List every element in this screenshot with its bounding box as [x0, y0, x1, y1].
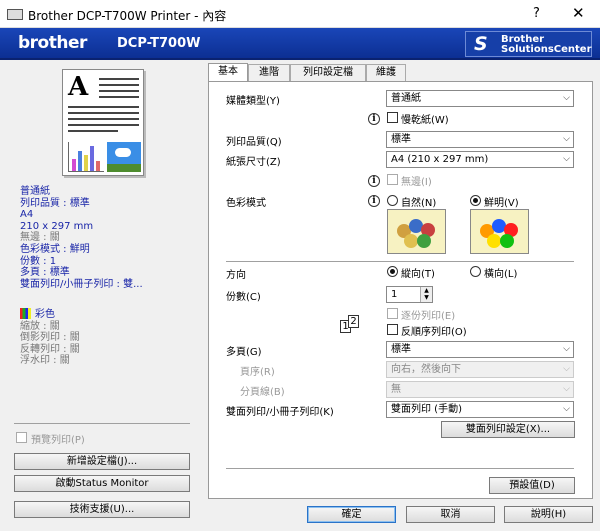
solutions-center-button[interactable]: S Brother SolutionsCenter — [465, 31, 592, 57]
tab-advanced[interactable]: 進階 — [248, 64, 290, 81]
chevron-down-icon: ⌵ — [563, 134, 570, 144]
portrait-radio[interactable] — [387, 266, 398, 277]
left-panel: A 普通紙 列印品質 : 標準 A4 210 x 297 mm 無邊 : 關 色… — [0, 62, 202, 531]
summary-line: 列印品質 : 標準 — [20, 197, 90, 209]
tab-basic[interactable]: 基本 — [208, 63, 248, 82]
paper-size-select[interactable]: A4 (210 x 297 mm) ⌵ — [386, 151, 574, 168]
color-line: 反轉列印 : 關 — [20, 343, 80, 355]
color-vivid-radio[interactable] — [470, 195, 481, 206]
slow-dry-label: 慢乾紙(W) — [401, 115, 449, 126]
color-chip-icon — [20, 308, 31, 319]
tab-maintenance[interactable]: 維護 — [366, 64, 406, 81]
page-preview-thumbnail: A — [62, 69, 144, 176]
summary-line: 210 x 297 mm — [20, 220, 94, 232]
duplex-select[interactable]: 雙面列印 (手動) ⌵ — [386, 401, 574, 418]
summary-line: 普通紙 — [20, 186, 50, 197]
brother-logo: brother — [18, 33, 87, 53]
landscape-label: 橫向(L) — [484, 269, 518, 280]
section-divider — [226, 261, 574, 262]
color-header: 彩色 — [35, 309, 55, 320]
paper-size-label: 紙張尺寸(Z) — [226, 157, 281, 168]
color-line: 倒影列印 : 關 — [20, 332, 80, 344]
copies-stepper[interactable]: 1 ▲ ▼ — [386, 286, 433, 303]
portrait-label: 縱向(T) — [401, 269, 435, 280]
info-icon: i — [368, 195, 380, 207]
borderless-checkbox[interactable] — [387, 174, 398, 185]
stepper-down-icon[interactable]: ▼ — [420, 294, 432, 302]
border-line-label: 分頁線(B) — [240, 387, 285, 398]
default-button[interactable]: 預設值(D) — [489, 477, 575, 494]
media-type-label: 媒體類型(Y) — [226, 96, 280, 107]
borderless-label: 無邊(I) — [401, 177, 432, 188]
slow-dry-checkbox[interactable] — [387, 112, 398, 123]
settings-summary: 普通紙 列印品質 : 標準 A4 210 x 297 mm 無邊 : 關 色彩模… — [20, 186, 200, 290]
info-icon: i — [368, 113, 380, 125]
brother-banner: brother DCP-T700W S Brother SolutionsCen… — [0, 28, 600, 60]
preview-letter-icon: A — [68, 72, 89, 102]
help-button[interactable]: ? — [533, 6, 540, 21]
color-line: 浮水印 : 關 — [20, 355, 70, 367]
preview-photo-icon — [107, 142, 141, 172]
chevron-down-icon: ⌵ — [563, 364, 570, 374]
solutions-s-icon: S — [474, 33, 488, 55]
info-icon: i — [368, 175, 380, 187]
preview-chart-icon — [68, 142, 104, 172]
media-type-select[interactable]: 普通紙 ⌵ — [386, 90, 574, 107]
print-quality-select[interactable]: 標準 ⌵ — [386, 131, 574, 148]
reverse-order-checkbox[interactable] — [387, 324, 398, 335]
add-profile-button[interactable]: 新增設定檔(J)... — [14, 453, 190, 470]
tab-print-profiles[interactable]: 列印設定檔 — [290, 64, 366, 81]
printer-icon — [7, 9, 23, 20]
chevron-down-icon: ⌵ — [563, 154, 570, 164]
status-monitor-button[interactable]: 啟動Status Monitor — [14, 475, 190, 492]
chevron-down-icon: ⌵ — [563, 404, 570, 414]
title-bar: Brother DCP-T700W Printer - 內容 ? ✕ — [0, 0, 600, 28]
printer-model: DCP-T700W — [117, 36, 201, 51]
copies-label: 份數(C) — [226, 292, 261, 303]
summary-line: 雙面列印/小冊子列印 : 雙... — [20, 278, 143, 290]
collate-checkbox[interactable] — [387, 308, 398, 319]
cancel-button[interactable]: 取消 — [406, 506, 495, 523]
summary-line: 色彩模式 : 鮮明 — [20, 243, 90, 255]
window-title: Brother DCP-T700W Printer - 內容 — [28, 9, 227, 23]
color-natural-radio[interactable] — [387, 195, 398, 206]
chevron-down-icon: ⌵ — [563, 93, 570, 103]
page-order-label: 頁序(R) — [240, 367, 275, 378]
multipage-label: 多頁(G) — [226, 347, 262, 358]
color-mode-label: 色彩模式 — [226, 198, 266, 209]
close-button[interactable]: ✕ — [572, 4, 585, 22]
ok-button[interactable]: 確定 — [307, 506, 396, 523]
collate-label: 逐份列印(E) — [401, 311, 456, 322]
solutions-label-2: SolutionsCenter — [501, 44, 592, 55]
support-button[interactable]: 技術支援(U)... — [14, 501, 190, 518]
summary-line: 無邊 : 關 — [20, 232, 60, 244]
section-divider — [226, 468, 574, 469]
landscape-radio[interactable] — [470, 266, 481, 277]
help-footer-button[interactable]: 說明(H) — [504, 506, 593, 523]
collate-pages-icon: 12 — [340, 315, 364, 334]
chevron-down-icon: ⌵ — [563, 384, 570, 394]
left-divider — [14, 423, 190, 424]
color-natural-label: 自然(N) — [401, 198, 437, 209]
page-order-select[interactable]: 向右，然後向下 ⌵ — [386, 361, 574, 378]
reverse-order-label: 反順序列印(O) — [401, 327, 467, 338]
vivid-sample-image — [470, 209, 529, 254]
summary-line: 份數 : 1 — [20, 255, 57, 267]
print-quality-label: 列印品質(Q) — [226, 137, 282, 148]
border-line-select[interactable]: 無 ⌵ — [386, 381, 574, 398]
chevron-down-icon: ⌵ — [563, 344, 570, 354]
summary-line: A4 — [20, 209, 34, 221]
color-line: 縮放 : 關 — [20, 320, 60, 332]
preview-print-checkbox[interactable] — [16, 432, 27, 443]
natural-sample-image — [387, 209, 446, 254]
color-summary: 彩色 縮放 : 關 倒影列印 : 關 反轉列印 : 關 浮水印 : 關 — [20, 308, 200, 367]
color-vivid-label: 鮮明(V) — [484, 198, 519, 209]
summary-line: 多頁 : 標準 — [20, 267, 70, 279]
duplex-settings-button[interactable]: 雙面列印設定(X)... — [441, 421, 575, 438]
orientation-label: 方向 — [226, 270, 246, 281]
multipage-select[interactable]: 標準 ⌵ — [386, 341, 574, 358]
preview-print-label: 預覽列印(P) — [31, 435, 85, 446]
duplex-label: 雙面列印/小冊子列印(K) — [226, 407, 334, 418]
